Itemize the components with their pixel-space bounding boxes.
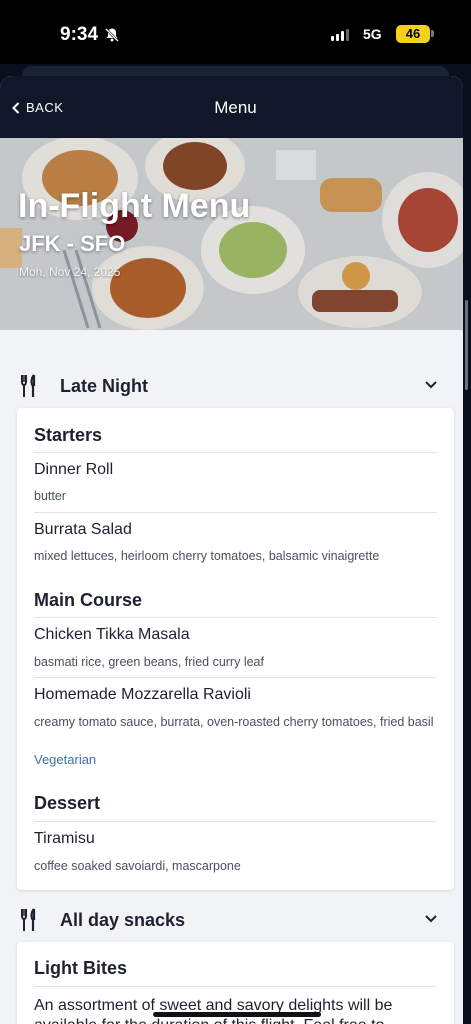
divider xyxy=(34,821,437,822)
menu-card-late-night: Starters Dinner Roll butter Burrata Sala… xyxy=(17,408,454,890)
category-title: Main Course xyxy=(34,590,143,610)
section-header-all-day-snacks[interactable]: All day snacks xyxy=(0,898,463,942)
menu-item-name: Homemade Mozzarella Ravioli xyxy=(34,686,251,703)
category-title: Light Bites xyxy=(34,958,127,978)
flight-date: Mon, Nov 24, 2025 xyxy=(19,265,121,279)
menu-item-desc: coffee soaked savoiardi, mascarpone xyxy=(34,859,241,873)
status-bar: 9:34 5G 46 xyxy=(0,0,471,64)
category-description: An assortment of sweet and savory deligh… xyxy=(34,997,393,1024)
hero-banner: In-Flight Menu JFK - SFO Mon, Nov 24, 20… xyxy=(0,138,463,330)
menu-sheet: BACK Menu In-Flight Menu JFK - SFO Mon, … xyxy=(0,76,463,1024)
page-title: Menu xyxy=(214,98,257,117)
menu-item-desc: butter xyxy=(34,489,66,503)
section-title: All day snacks xyxy=(60,910,186,930)
status-time: 9:34 xyxy=(60,24,99,45)
divider xyxy=(34,452,437,453)
bell-muted-icon xyxy=(105,28,119,42)
signal-icon xyxy=(331,29,349,41)
divider xyxy=(34,512,437,513)
section-header-late-night[interactable]: Late Night xyxy=(0,364,463,408)
divider xyxy=(34,617,437,618)
menu-item-name: Tiramisu xyxy=(34,830,95,847)
menu-item-desc: mixed lettuces, heirloom cherry tomatoes… xyxy=(34,549,380,563)
dietary-tag: Vegetarian xyxy=(34,752,97,767)
section-title: Late Night xyxy=(60,376,148,396)
chevron-down-icon xyxy=(425,381,437,389)
menu-item-name: Dinner Roll xyxy=(34,461,114,478)
battery-icon: 46 xyxy=(396,25,430,43)
navbar: BACK Menu xyxy=(0,76,463,138)
divider xyxy=(34,677,437,678)
scrollbar[interactable] xyxy=(465,300,468,390)
menu-item-name: Chicken Tikka Masala xyxy=(34,626,190,643)
fork-knife-icon xyxy=(21,374,36,397)
category-title: Dessert xyxy=(34,793,101,813)
flight-route: JFK - SFO xyxy=(19,231,126,256)
menu-item-desc: basmati rice, green beans, fried curry l… xyxy=(34,655,264,669)
hero-title: In-Flight Menu xyxy=(18,187,251,225)
home-indicator[interactable] xyxy=(153,1012,321,1017)
menu-item-desc: creamy tomato sauce, burrata, oven-roast… xyxy=(34,715,434,729)
battery-tip xyxy=(431,30,434,37)
menu-item-name: Burrata Salad xyxy=(34,521,132,538)
divider xyxy=(34,986,437,987)
chevron-down-icon xyxy=(425,915,437,923)
network-type: 5G xyxy=(363,26,382,42)
fork-knife-icon xyxy=(21,908,36,931)
category-title: Starters xyxy=(34,425,103,445)
